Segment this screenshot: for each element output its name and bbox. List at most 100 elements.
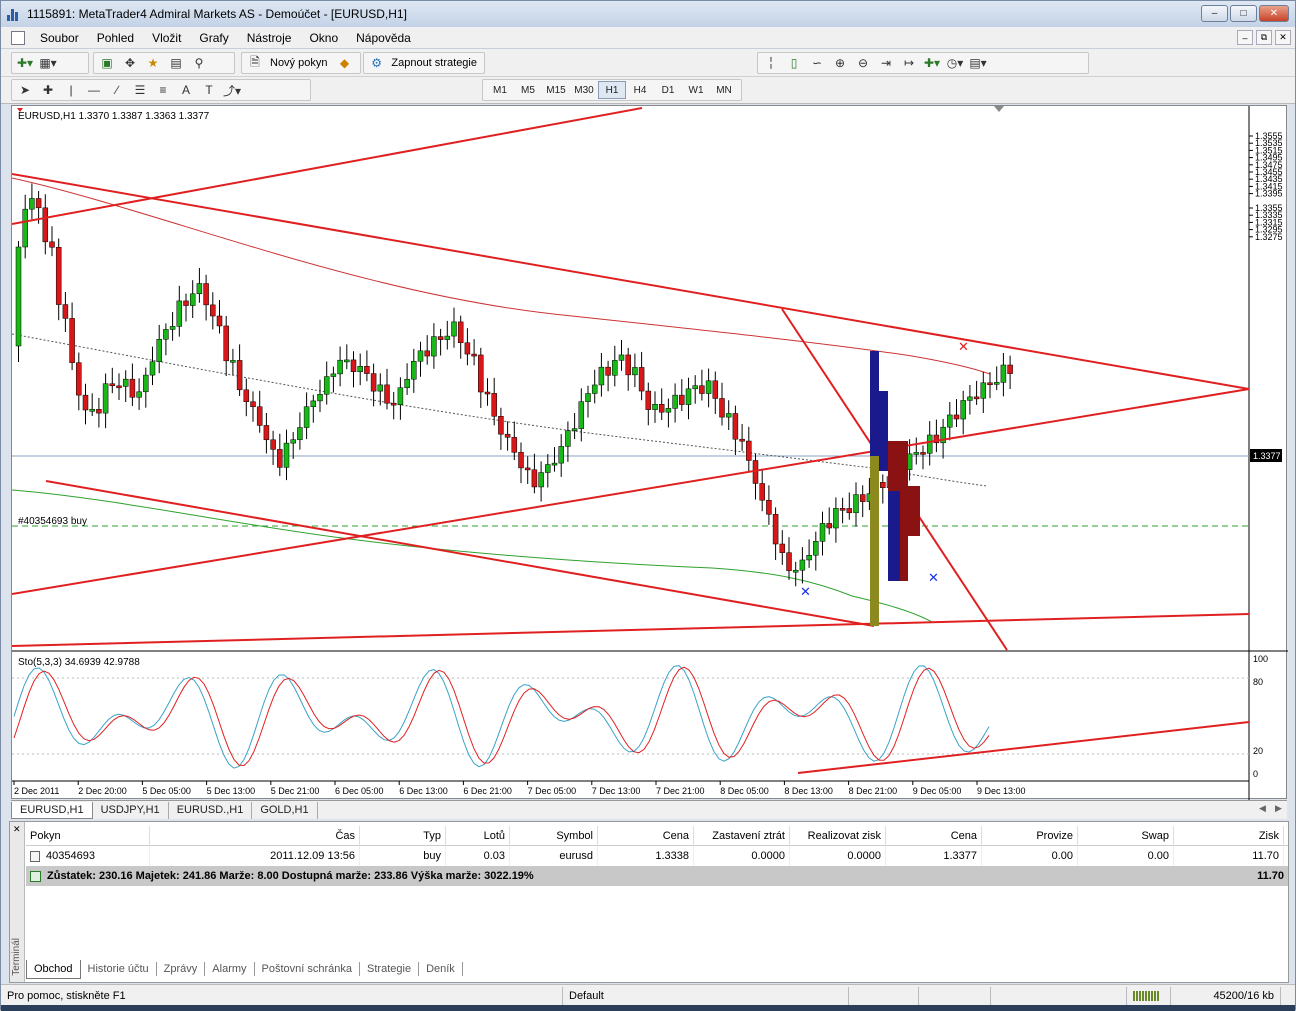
col-stop-loss[interactable]: Zastavení ztrát [694,825,790,846]
order-line-label[interactable]: #40354693 buy [18,516,87,527]
maximize-button[interactable]: □ [1230,5,1257,22]
candle-body [953,414,960,420]
col-lots[interactable]: Lotů [446,825,510,846]
chart-tab-eurusd[interactable]: EURUSD,H1 [11,801,93,819]
chart-shift-icon[interactable]: ↦ [899,54,919,72]
trendline-icon[interactable]: ∕ [107,81,127,99]
templates-icon[interactable]: ▤▾ [968,54,988,72]
candle-body [705,380,712,394]
col-type[interactable]: Typ [360,825,446,846]
profiles-icon[interactable]: ▦▾ [38,54,58,72]
line-chart-icon[interactable]: ∽ [807,54,827,72]
col-ticket[interactable]: Pokyn [26,825,150,846]
menu-view[interactable]: Pohled [88,27,143,49]
col-take-profit[interactable]: Realizovat zisk [790,825,886,846]
col-symbol[interactable]: Symbol [510,825,598,846]
auto-scroll-icon[interactable]: ⇥ [876,54,896,72]
terminal-icon[interactable]: ▤ [166,54,186,72]
title-bar[interactable]: 1115891: MetaTrader4 Admiral Markets AS … [1,1,1295,27]
timeframe-m30[interactable]: M30 [570,81,598,99]
timeframe-m5[interactable]: M5 [514,81,542,99]
time-tick-label: 7 Dec 13:00 [592,786,641,796]
indicators-icon[interactable]: ✚▾ [922,54,942,72]
menu-charts[interactable]: Grafy [190,27,237,49]
time-tick-label: 6 Dec 21:00 [463,786,512,796]
col-profit[interactable]: Zisk [1174,825,1284,846]
favorites-icon[interactable]: ★ [143,54,163,72]
text-label-icon[interactable]: T [199,81,219,99]
chart-tab-eurusd-dot[interactable]: EURUSD.,H1 [169,801,253,819]
timeframe-h1[interactable]: H1 [598,81,626,99]
candle-body [913,452,920,455]
chart-window-icon[interactable] [11,30,25,45]
vertical-line-icon[interactable]: | [61,81,81,99]
tab-alerts[interactable]: Alarmy [205,962,255,976]
mdi-restore-icon[interactable]: ⧉ [1256,30,1272,45]
mdi-close-icon[interactable]: ✕ [1275,30,1291,45]
menu-file[interactable]: Soubor [31,27,88,49]
new-chart-icon[interactable]: ✚▾ [15,54,35,72]
menu-tools[interactable]: Nástroje [238,27,301,49]
candle-body [350,359,357,373]
chart-tab-gold[interactable]: GOLD,H1 [252,801,318,819]
tab-scroll-right-icon[interactable]: ▶ [1275,803,1282,814]
market-watch-icon[interactable]: ▣ [97,54,117,72]
timeframe-m15[interactable]: M15 [542,81,570,99]
close-button[interactable]: ✕ [1259,5,1289,22]
price-axis[interactable]: 1.35551.35351.35151.34951.34751.34551.34… [1249,131,1283,242]
candle-body [591,384,598,394]
timeframe-h4[interactable]: H4 [626,81,654,99]
col-commission[interactable]: Provize [982,825,1078,846]
time-axis[interactable]: 2 Dec 2011 2 Dec 20:00 5 Dec 05:00 5 Dec 13… [13,781,1026,796]
candlestick-icon[interactable]: ▯ [784,54,804,72]
col-current-price[interactable]: Cena [886,825,982,846]
cursor-icon[interactable]: ➤ [15,81,35,99]
candle-body [344,359,350,363]
menu-help[interactable]: Nápověda [347,27,420,49]
chart-tab-usdjpy[interactable]: USDJPY,H1 [93,801,169,819]
tab-account-history[interactable]: Historie účtu [81,962,157,976]
tab-mailbox[interactable]: Poštovní schránka [255,962,361,976]
timeframe-w1[interactable]: W1 [682,81,710,99]
col-time[interactable]: Čas [150,825,360,846]
arrows-icon[interactable]: ⤴▾ [222,81,242,99]
price-chart[interactable]: ✕ ✕ ✕ EURUSD,H1 1.3370 1.3387 1.3363 1.3… [12,106,1288,800]
timeframe-d1[interactable]: D1 [654,81,682,99]
tab-trade[interactable]: Obchod [26,959,81,979]
timeframe-mn[interactable]: MN [710,81,738,99]
col-swap[interactable]: Swap [1078,825,1174,846]
col-price[interactable]: Cena [598,825,694,846]
text-icon[interactable]: A [176,81,196,99]
candle-body [357,365,363,373]
periods-icon[interactable]: ◷▾ [945,54,965,72]
crosshair-icon[interactable]: ✚ [38,81,58,99]
table-row[interactable]: 40354693 2011.12.09 13:56 buy 0.03 eurus… [26,846,1288,866]
menu-window[interactable]: Okno [300,27,347,49]
tab-journal[interactable]: Deník [419,962,463,976]
balance-row: Zůstatek: 230.16 Majetek: 241.86 Marže: … [26,866,1288,886]
metaeditor-icon[interactable]: ◆ [334,54,354,72]
candle-body [826,523,832,529]
horizontal-line-icon[interactable]: — [84,81,104,99]
new-order-button[interactable]: 🗎 Nový pokyn ◆ [241,52,361,74]
bar-chart-icon[interactable]: ╎ [761,54,781,72]
fibonacci-icon[interactable]: ≡ [153,81,173,99]
navigator-icon[interactable]: ✥ [120,54,140,72]
tab-experts[interactable]: Strategie [360,962,420,976]
channel-icon[interactable]: ☰ [130,81,150,99]
candle-body [82,394,89,411]
timeframe-m1[interactable]: M1 [486,81,514,99]
zoom-in-icon[interactable]: ⊕ [830,54,850,72]
chart-shift-marker-icon[interactable] [994,106,1004,112]
terminal-close-icon[interactable]: ✕ [13,824,21,835]
trendlines[interactable] [12,107,1250,774]
strategy-tester-icon[interactable]: ⚲ [189,54,209,72]
menu-insert[interactable]: Vložit [143,27,190,49]
mdi-minimize-icon[interactable]: – [1237,30,1253,45]
expert-advisors-button[interactable]: ⚙ Zapnout strategie [363,52,485,74]
minimize-button[interactable]: – [1201,5,1228,22]
tab-scroll-left-icon[interactable]: ◀ [1259,803,1266,814]
tab-news[interactable]: Zprávy [157,962,206,976]
chart-window[interactable]: ✕ ✕ ✕ EURUSD,H1 1.3370 1.3387 1.3363 1.3… [11,105,1288,800]
zoom-out-icon[interactable]: ⊖ [853,54,873,72]
